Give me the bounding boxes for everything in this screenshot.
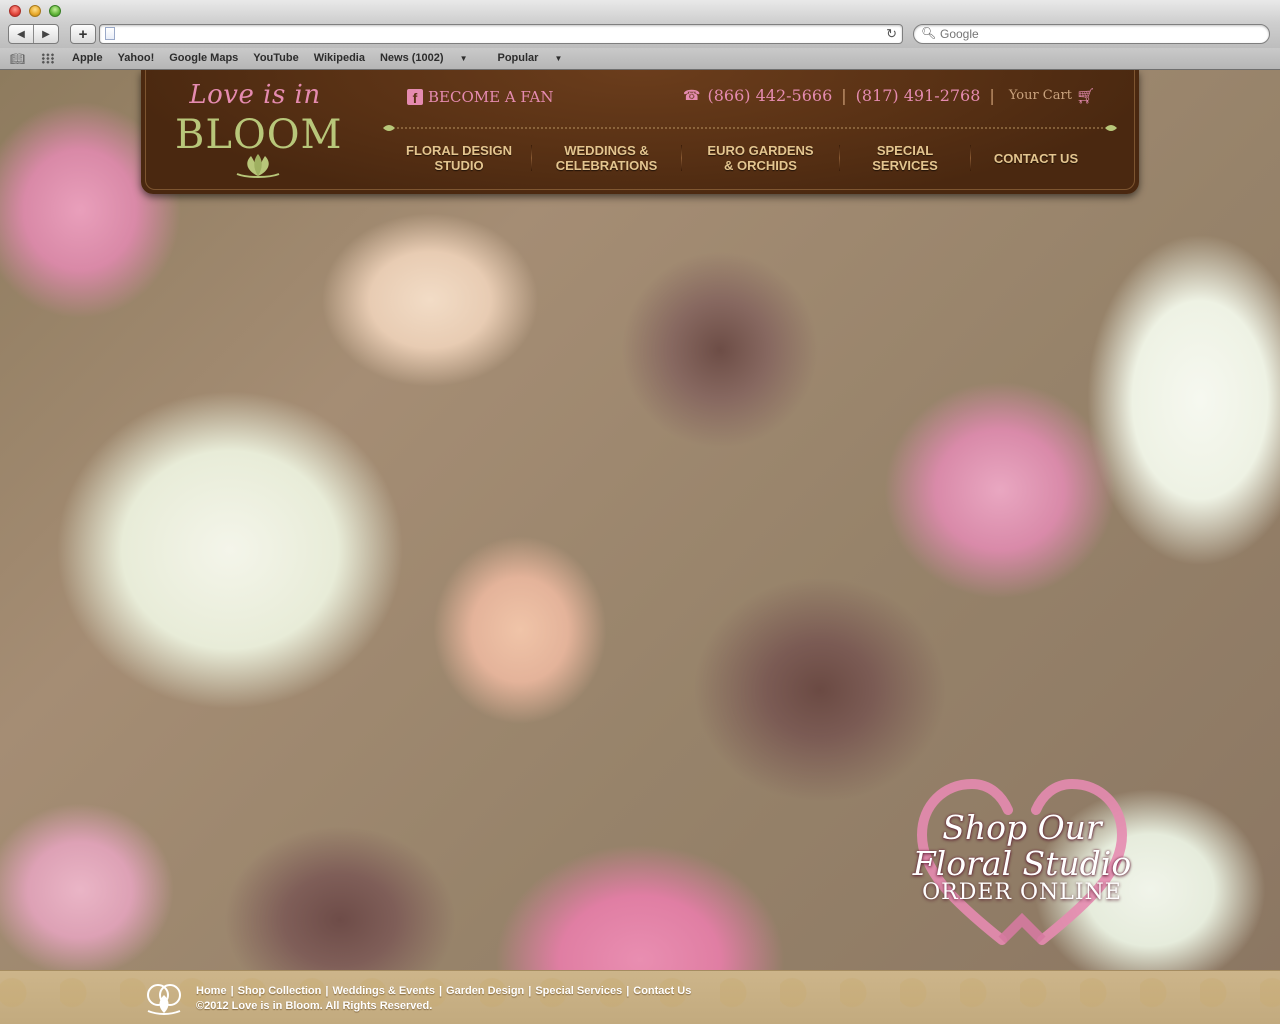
- phone-primary[interactable]: (866) 442-5666: [707, 86, 832, 105]
- bookmark-news-label: News (1002): [379, 52, 444, 64]
- nav-label-line1: WEDDINGS &: [564, 143, 649, 158]
- bookmarks-bar: 📖︎ Apple Yahoo! Google Maps YouTube Wiki…: [0, 48, 1280, 70]
- separator: |: [438, 985, 443, 997]
- header-contact-line: ☎ (866) 442-5666 | (817) 491-2768 | Your…: [683, 86, 1095, 105]
- footer-link-contact-us[interactable]: Contact Us: [633, 985, 691, 997]
- nav-label-line2: CELEBRATIONS: [555, 158, 658, 173]
- facebook-fan-link[interactable]: f BECOME A FAN: [407, 88, 554, 106]
- cta-order-online: ORDER ONLINE: [922, 880, 1122, 905]
- dropdown-triangle-icon: ▼: [554, 54, 563, 63]
- page-icon: [105, 27, 115, 40]
- bookmark-wikipedia[interactable]: Wikipedia: [314, 52, 365, 64]
- separator: |: [230, 985, 234, 997]
- footer-link-home[interactable]: Home: [196, 985, 227, 997]
- bookmark-google-maps[interactable]: Google Maps: [169, 52, 238, 64]
- site-footer: Home | Shop Collection | Weddings & Events…: [0, 970, 1280, 1024]
- nav-special-services[interactable]: SPECIAL SERVICES: [840, 140, 970, 176]
- nav-label-line2: & ORCHIDS: [724, 158, 797, 173]
- separator: |: [528, 985, 532, 997]
- footer-link-special-services[interactable]: Special Services: [535, 985, 622, 997]
- bookmark-popular-label: Popular: [497, 52, 539, 64]
- search-field[interactable]: 🔍︎: [913, 24, 1270, 44]
- browser-toolbar: ◀ ▶ + ↻ 🔍︎: [0, 22, 1280, 48]
- plus-icon: +: [78, 25, 88, 43]
- search-icon: 🔍︎: [921, 26, 937, 40]
- footer-lotus-icon: [147, 984, 181, 1015]
- close-window-button[interactable]: [9, 5, 21, 17]
- cart-link[interactable]: Your Cart: [1009, 88, 1072, 103]
- main-navigation: FLORAL DESIGN STUDIO WEDDINGS & CELEBRATIO…: [387, 140, 1111, 176]
- bookmark-apple[interactable]: Apple: [72, 52, 103, 64]
- footer-link-weddings-events[interactable]: Weddings & Events: [332, 985, 434, 997]
- dropdown-triangle-icon: ▼: [459, 54, 468, 63]
- bookmark-youtube[interactable]: YouTube: [253, 52, 298, 64]
- shop-floral-studio-cta[interactable]: Shop Our Floral Studio ORDER ONLINE: [882, 770, 1162, 950]
- top-sites-icon[interactable]: [41, 53, 55, 64]
- add-bookmark-button[interactable]: +: [70, 24, 96, 44]
- decorative-vine-divider: [383, 125, 1117, 131]
- phone-icon: ☎: [683, 87, 701, 104]
- become-fan-label: BECOME A FAN: [428, 88, 554, 106]
- nav-weddings-celebrations[interactable]: WEDDINGS & CELEBRATIONS: [532, 140, 681, 176]
- bookmark-yahoo[interactable]: Yahoo!: [118, 52, 155, 64]
- forward-arrow-icon: ▶: [42, 28, 50, 40]
- logo-script-text: Love is in: [189, 80, 321, 110]
- nav-label-line1: SPECIAL: [876, 143, 934, 158]
- address-bar[interactable]: ↻: [99, 24, 903, 44]
- bookmark-list: Apple Yahoo! Google Maps YouTube Wikiped…: [72, 52, 592, 64]
- separator: |: [626, 985, 630, 997]
- nav-label-line2: STUDIO: [434, 158, 484, 173]
- history-buttons: ◀ ▶: [8, 24, 59, 44]
- separator: |: [989, 86, 995, 105]
- search-input[interactable]: [940, 26, 1260, 42]
- separator: |: [841, 86, 847, 105]
- window-titlebar: [0, 0, 1280, 22]
- webpage: Love is in BLOOM f BECOME A FAN ☎ (866) …: [0, 70, 1280, 1024]
- forward-button[interactable]: ▶: [34, 25, 58, 43]
- nav-label-line1: CONTACT US: [993, 150, 1079, 166]
- site-header: Love is in BLOOM f BECOME A FAN ☎ (866) …: [141, 70, 1139, 194]
- bookmark-popular-folder[interactable]: Popular ▼: [497, 52, 577, 64]
- footer-links: Home | Shop Collection | Weddings & Events…: [196, 985, 691, 997]
- footer-link-shop-collection[interactable]: Shop Collection: [238, 985, 322, 997]
- back-button[interactable]: ◀: [9, 25, 34, 43]
- nav-euro-gardens-orchids[interactable]: EURO GARDENS & ORCHIDS: [682, 140, 839, 176]
- reading-list-icon[interactable]: 📖︎: [10, 52, 25, 66]
- footer-link-garden-design[interactable]: Garden Design: [446, 985, 524, 997]
- reload-icon[interactable]: ↻: [886, 26, 897, 42]
- zoom-window-button[interactable]: [49, 5, 61, 17]
- cta-line-2: Floral Studio: [912, 844, 1132, 883]
- separator: |: [325, 985, 329, 997]
- nav-contact-us[interactable]: CONTACT US: [971, 140, 1101, 176]
- facebook-icon: f: [407, 89, 423, 105]
- nav-floral-design-studio[interactable]: FLORAL DESIGN STUDIO: [387, 140, 531, 176]
- copyright-text: ©2012 Love is in Bloom. All Rights Reser…: [196, 1000, 433, 1012]
- bookmark-news-folder[interactable]: News (1002) ▼: [380, 52, 483, 64]
- minimize-window-button[interactable]: [29, 5, 41, 17]
- site-logo[interactable]: Love is in BLOOM: [175, 80, 345, 180]
- cta-line-1: Shop Our: [942, 808, 1102, 847]
- nav-label-line1: FLORAL DESIGN: [406, 143, 512, 158]
- nav-label-line1: EURO GARDENS: [707, 143, 814, 158]
- nav-label-line2: SERVICES: [872, 158, 938, 173]
- phone-secondary[interactable]: (817) 491-2768: [856, 86, 981, 105]
- back-arrow-icon: ◀: [17, 28, 25, 40]
- shopping-cart-icon[interactable]: 🛒︎: [1076, 87, 1095, 105]
- lotus-icon: [236, 154, 280, 178]
